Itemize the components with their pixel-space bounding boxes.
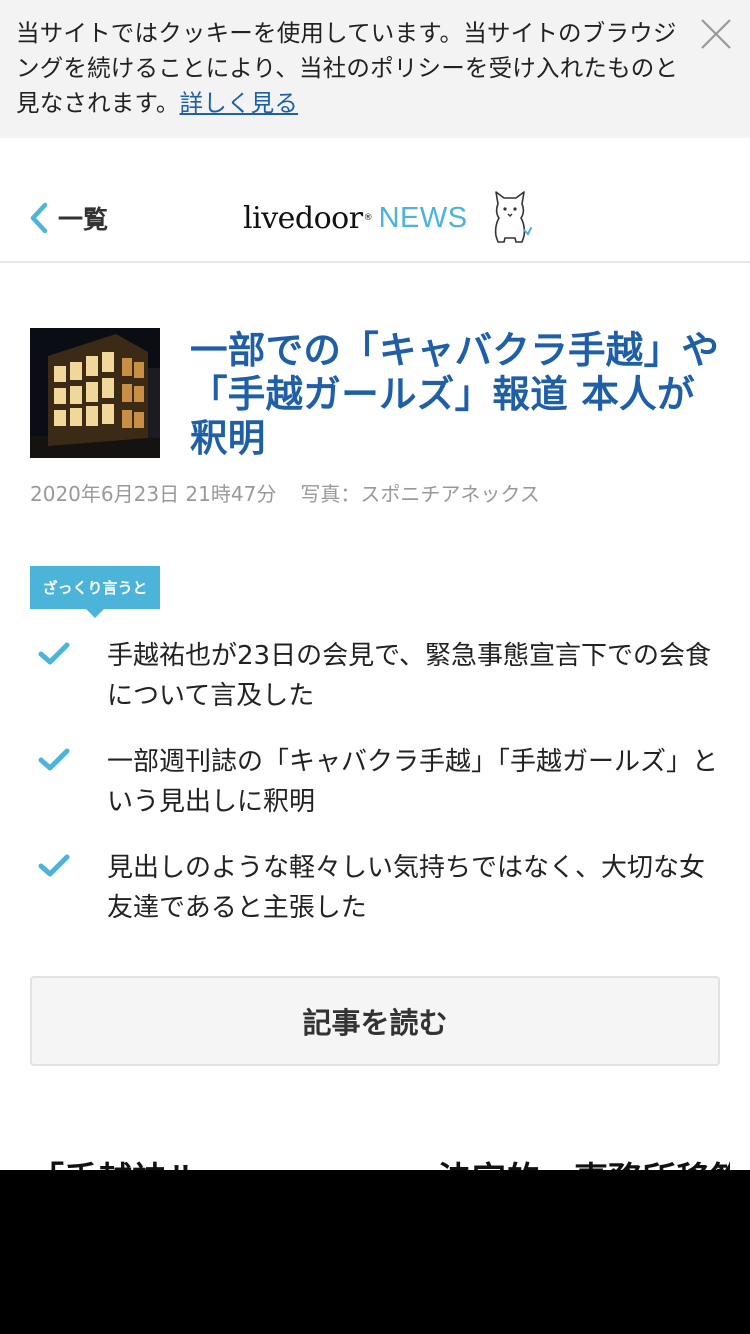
back-to-list-button[interactable]: 一覧	[28, 198, 108, 238]
summary-text: 見出しのような軽々しい気持ちではなく、大切な女友達であると主張した	[107, 853, 706, 923]
summary-list: 手越祐也が23日の会見で、緊急事態宣言下での会食について言及した 一部週刊誌の「…	[30, 636, 720, 954]
article-meta: 2020年6月23日 21時47分 写真：スポニチアネックス	[30, 478, 564, 507]
next-article-heading[interactable]: 「手越神ル――――――」決定的…事務所移籍へ	[30, 1158, 730, 1170]
site-header: 一覧 livedoor ® NEWS	[0, 138, 750, 263]
close-icon[interactable]	[696, 14, 736, 54]
dog-mascot-icon	[494, 191, 532, 243]
summary-item: 一部週刊誌の「キャバクラ手越」「手越ガールズ」という見出しに釈明	[30, 742, 720, 822]
back-label: 一覧	[58, 205, 109, 234]
summary-text: 一部週刊誌の「キャバクラ手越」「手越ガールズ」という見出しに釈明	[107, 747, 719, 817]
checkmark-icon	[38, 854, 70, 877]
cookie-message: 当サイトではクッキーを使用しています。当サイトのブラウジングを続けることにより、…	[16, 19, 679, 117]
article-title[interactable]: 一部での「キャバクラ手越」や「手越ガールズ」報道 本人が釈明	[190, 328, 720, 460]
chevron-left-icon	[30, 202, 48, 234]
cookie-details-link[interactable]: 詳しく見る	[180, 89, 299, 117]
article-date: 2020年6月23日 21時47分	[30, 482, 277, 506]
summary-text: 手越祐也が23日の会見で、緊急事態宣言下での会食について言及した	[107, 641, 712, 711]
photo-credit: 写真：スポニチアネックス	[300, 482, 540, 506]
registered-mark: ®	[363, 213, 373, 223]
cookie-text: 当サイトではクッキーを使用しています。当サイトのブラウジングを続けることにより、…	[16, 16, 696, 121]
summary-item: 見出しのような軽々しい気持ちではなく、大切な女友達であると主張した	[30, 848, 720, 928]
logo-livedoor: livedoor	[243, 200, 363, 236]
cookie-banner: 当サイトではクッキーを使用しています。当サイトのブラウジングを続けることにより、…	[0, 0, 750, 138]
read-article-button[interactable]: 記事を読む	[30, 976, 720, 1066]
article-thumbnail[interactable]	[30, 328, 160, 458]
checkmark-icon	[38, 748, 70, 771]
logo-news: NEWS	[378, 201, 468, 234]
summary-tag: ざっくり言うと	[30, 566, 160, 618]
checkmark-icon	[38, 642, 70, 665]
page: 当サイトではクッキーを使用しています。当サイトのブラウジングを続けることにより、…	[0, 0, 750, 1170]
summary-item: 手越祐也が23日の会見で、緊急事態宣言下での会食について言及した	[30, 636, 720, 716]
livedoor-news-logo[interactable]: livedoor ® NEWS	[243, 188, 532, 248]
